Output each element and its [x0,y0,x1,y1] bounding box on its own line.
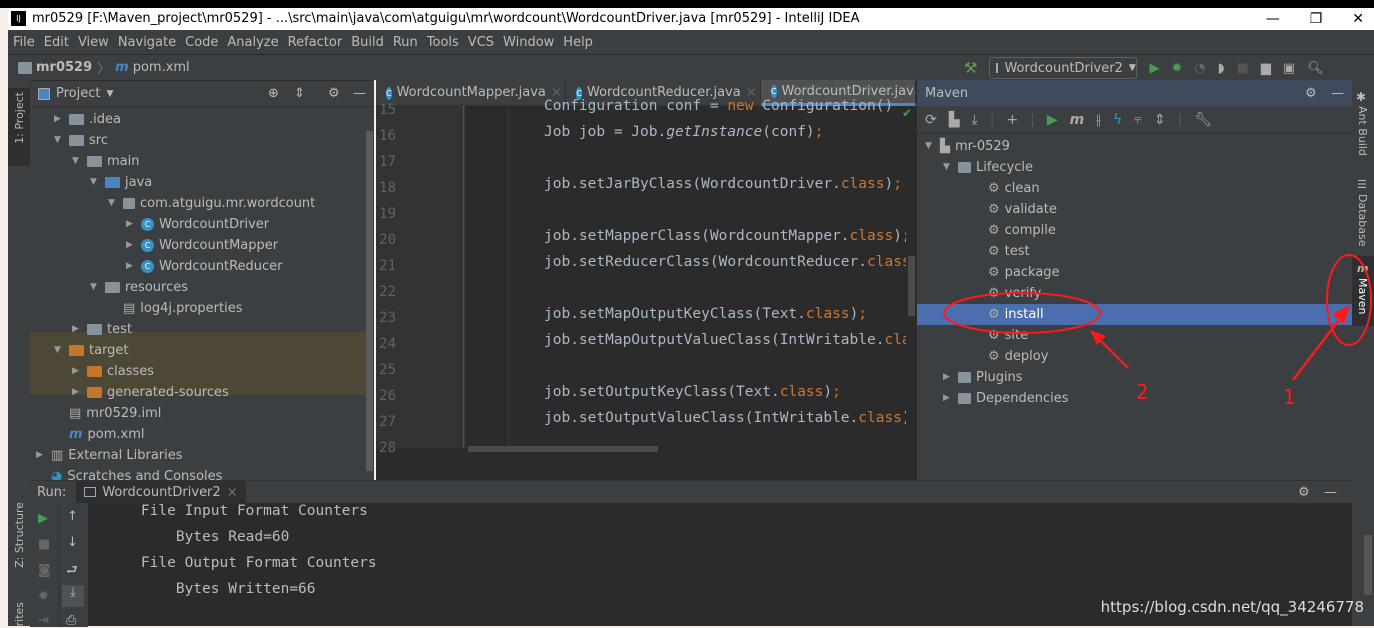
annotation-arrow-1 [1292,311,1346,381]
annotation-overlay [943,254,1372,381]
annotation-ellipse-maven [1326,254,1372,346]
watermark: https://blog.csdn.net/qq_34246778 [1100,598,1364,616]
annotation-label-2: 2 [1136,380,1149,404]
annotation-label-1: 1 [1283,385,1296,409]
annotation-ellipse-install [943,292,1101,334]
